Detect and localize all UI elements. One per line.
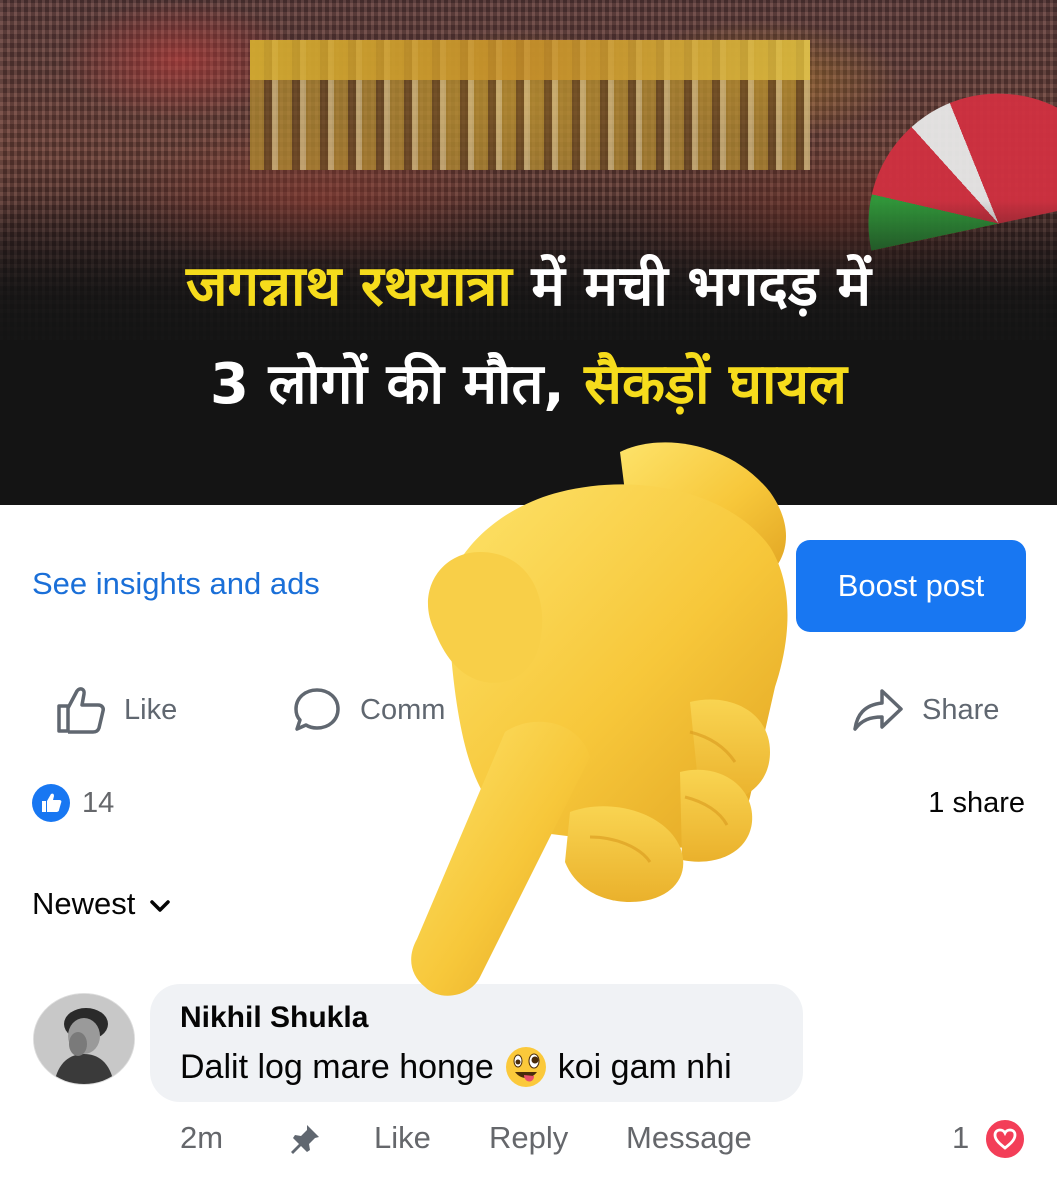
comment-text: Dalit log mare honge koi gam nhi [180, 1045, 732, 1089]
comment-text-part-2: koi gam nhi [557, 1047, 732, 1086]
share-count[interactable]: 1 share [928, 787, 1025, 820]
commenter-avatar[interactable] [33, 993, 135, 1085]
share-icon [852, 686, 904, 734]
commenter-name[interactable]: Nikhil Shukla [180, 1001, 368, 1035]
pointing-hand-emoji [390, 432, 810, 1002]
headline-text-1: में मची भगदड़ में [511, 254, 871, 319]
post-image[interactable]: जगन्नाथ रथयात्रा में मची भगदड़ में 3 लोग… [0, 0, 1057, 505]
comment-like-button[interactable]: Like [374, 1120, 431, 1156]
pin-icon[interactable] [288, 1122, 322, 1164]
share-action-label: Share [922, 693, 1000, 726]
comment-icon [292, 686, 342, 734]
headline-highlight-1: जगन्नाथ रथयात्रा [186, 254, 512, 319]
heart-icon[interactable] [983, 1117, 1027, 1161]
headline-line-2: 3 लोगों की मौत, सैकड़ों घायल [0, 336, 1057, 434]
winking-face-emoji [504, 1045, 548, 1089]
see-insights-link[interactable]: See insights and ads [32, 566, 320, 602]
comment-sort-dropdown[interactable]: Newest [32, 886, 171, 922]
comment-reply-button[interactable]: Reply [489, 1120, 568, 1156]
like-badge-icon [32, 784, 70, 822]
chariot-top-graphic [250, 40, 810, 80]
share-action-button[interactable]: Share [852, 684, 999, 736]
thumbs-up-icon [56, 686, 106, 734]
like-action-label: Like [124, 693, 178, 726]
comment-text-part-1: Dalit log mare honge [180, 1047, 494, 1086]
comment-timestamp[interactable]: 2m [180, 1120, 223, 1156]
post-headline: जगन्नाथ रथयात्रा में मची भगदड़ में 3 लोग… [0, 238, 1057, 434]
comment-reaction-count[interactable]: 1 [952, 1120, 969, 1156]
headline-highlight-2: सैकड़ों घायल [584, 352, 848, 417]
sort-label: Newest [32, 886, 136, 921]
headline-text-2: 3 लोगों की मौत, [209, 352, 585, 417]
headline-line-1: जगन्नाथ रथयात्रा में मची भगदड़ में [0, 238, 1057, 336]
boost-post-button[interactable]: Boost post [796, 540, 1026, 632]
like-count: 14 [82, 786, 115, 819]
chevron-down-icon [149, 886, 171, 922]
reactions-summary[interactable]: 14 [32, 784, 114, 822]
comment-message-button[interactable]: Message [626, 1120, 752, 1156]
like-action-button[interactable]: Like [56, 684, 177, 736]
